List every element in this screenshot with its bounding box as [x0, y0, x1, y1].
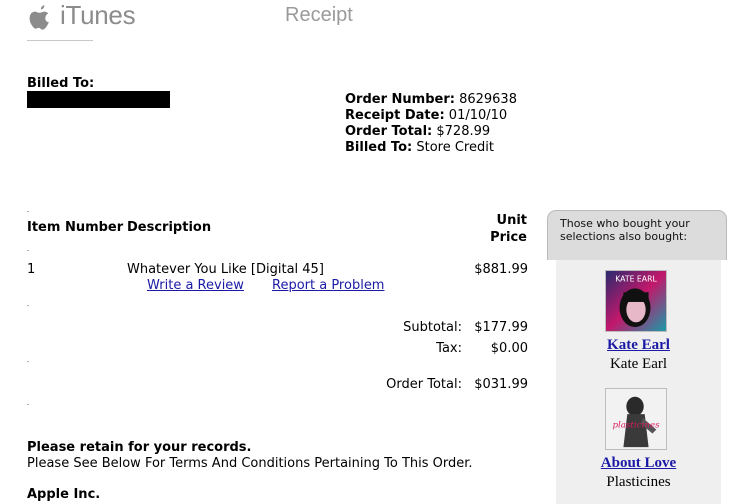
- item-price: $881.99: [474, 262, 528, 277]
- order-total-value: $728.99: [436, 124, 491, 139]
- subtotal-value: $177.99: [474, 320, 528, 335]
- album-art-text: KATE EARL: [615, 275, 657, 284]
- billed-method-value: Store Credit: [416, 140, 494, 155]
- recommendation-title-link[interactable]: Kate Earl: [556, 337, 721, 354]
- billed-method-label: Billed To:: [345, 140, 413, 155]
- page-title: Receipt: [285, 4, 353, 26]
- retain-notice: Please retain for your records.: [27, 440, 252, 455]
- separator-dot: [27, 305, 29, 306]
- unit-label: Unit: [496, 213, 527, 228]
- recommendation-artist: Kate Earl: [609, 356, 668, 372]
- recommendations-heading-line1: Those who bought your: [560, 217, 690, 230]
- separator-dot: [27, 250, 29, 251]
- apple-logo-icon: [29, 5, 49, 30]
- order-total-summary-value: $031.99: [474, 377, 528, 392]
- billed-method-row: Billed To: Store Credit: [345, 140, 517, 156]
- billed-to-label: Billed To:: [27, 76, 95, 91]
- album-art-plasticines[interactable]: plasticines: [605, 388, 667, 450]
- order-number-label: Order Number:: [345, 92, 455, 107]
- recommendations-heading-line2: selections also bought:: [560, 230, 688, 243]
- column-header-description: Description: [127, 220, 212, 235]
- album-art-text: plasticines: [612, 421, 660, 431]
- write-review-link[interactable]: Write a Review: [147, 278, 244, 293]
- recommendations-header: Those who bought your selections also bo…: [547, 210, 727, 260]
- order-number-row: Order Number: 8629638: [345, 92, 517, 108]
- item-description: Whatever You Like [Digital 45]: [127, 262, 324, 277]
- tax-value: $0.00: [490, 341, 528, 356]
- album-art-kate-earl[interactable]: KATE EARL: [605, 270, 667, 332]
- column-header-unit-price: Unit Price: [470, 212, 527, 246]
- header-divider: [27, 40, 93, 41]
- terms-notice: Please See Below For Terms And Condition…: [27, 456, 473, 471]
- order-number-value: 8629638: [459, 92, 517, 107]
- receipt-date-row: Receipt Date: 01/10/10: [345, 108, 517, 124]
- order-total-row: Order Total: $728.99: [345, 124, 517, 140]
- recommendation-artist: Plasticines: [606, 474, 671, 490]
- separator-dot: [27, 361, 29, 362]
- price-label: Price: [490, 230, 527, 245]
- column-header-item-number: Item Number: [27, 220, 124, 235]
- receipt-date-label: Receipt Date:: [345, 108, 445, 123]
- report-problem-link[interactable]: Report a Problem: [272, 278, 384, 293]
- order-info: Order Number: 8629638 Receipt Date: 01/1…: [345, 92, 517, 156]
- order-total-label: Order Total:: [345, 124, 433, 139]
- receipt-date-value: 01/10/10: [448, 108, 508, 123]
- separator-dot: [27, 404, 29, 405]
- itunes-brand: iTunes: [60, 0, 136, 30]
- separator-dot: [27, 211, 29, 212]
- company-name: Apple Inc.: [27, 487, 101, 502]
- item-number: 1: [27, 262, 36, 277]
- redacted-billing-name: [27, 91, 170, 108]
- recommendation-title-link[interactable]: About Love: [556, 455, 721, 472]
